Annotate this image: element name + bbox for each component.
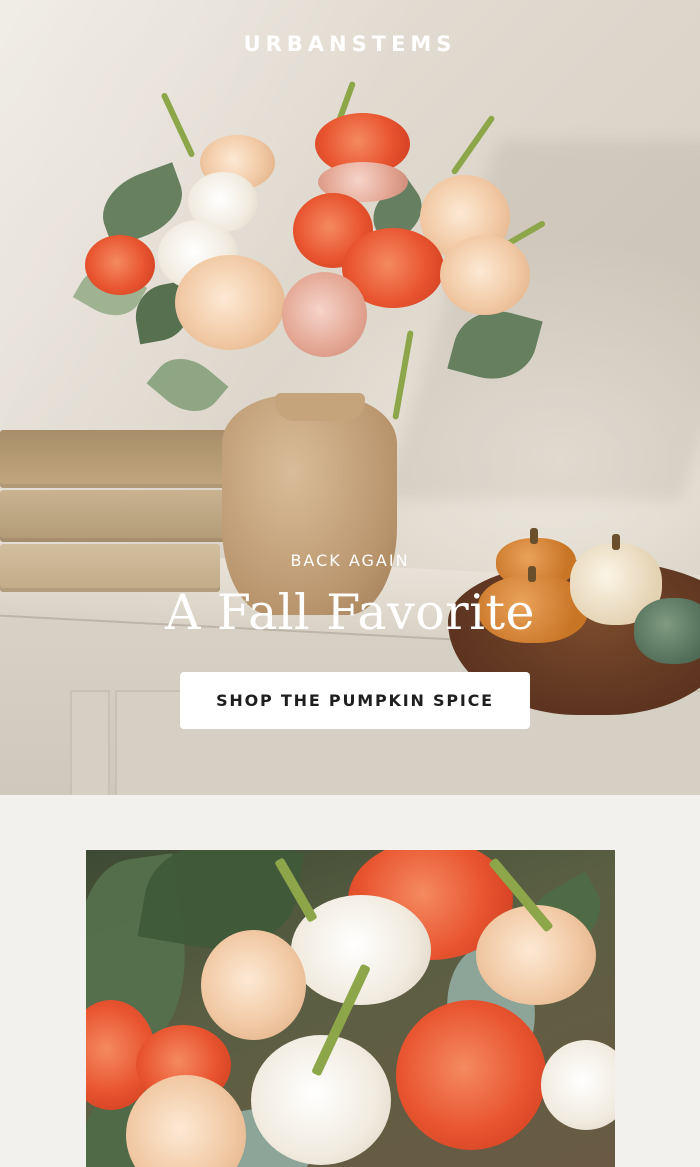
- eucalyptus-leaf: [447, 300, 543, 390]
- pumpkin-stem: [530, 528, 538, 544]
- brand-logo[interactable]: URBANSTEMS: [0, 32, 700, 56]
- rose-peach: [440, 235, 530, 315]
- hero-eyebrow: BACK AGAIN: [290, 551, 410, 570]
- flower-bouquet: [72, 80, 580, 450]
- pumpkin-stem: [612, 534, 620, 550]
- hero-headline: A Fall Favorite: [164, 584, 536, 641]
- book: [0, 490, 230, 542]
- greenery-sprig: [450, 114, 496, 176]
- rose-cream: [541, 1040, 615, 1130]
- hero-banner[interactable]: URBANSTEMS BACK AGAIN A Fall Favorite SH…: [0, 0, 700, 795]
- greenery-sprig: [392, 330, 414, 420]
- shop-pumpkin-spice-button[interactable]: SHOP THE PUMPKIN SPICE: [180, 672, 530, 729]
- rose-orange: [85, 235, 155, 295]
- rose-orange: [396, 1000, 546, 1150]
- bouquet-closeup-image[interactable]: [86, 850, 615, 1167]
- sideboard-panel: [70, 690, 110, 795]
- product-section: [0, 795, 700, 1167]
- rose-peach: [175, 255, 285, 350]
- rose-pink: [282, 272, 367, 357]
- rose-peach: [201, 930, 306, 1040]
- greenery-sprig: [160, 92, 196, 158]
- eucalyptus-leaf: [146, 344, 229, 426]
